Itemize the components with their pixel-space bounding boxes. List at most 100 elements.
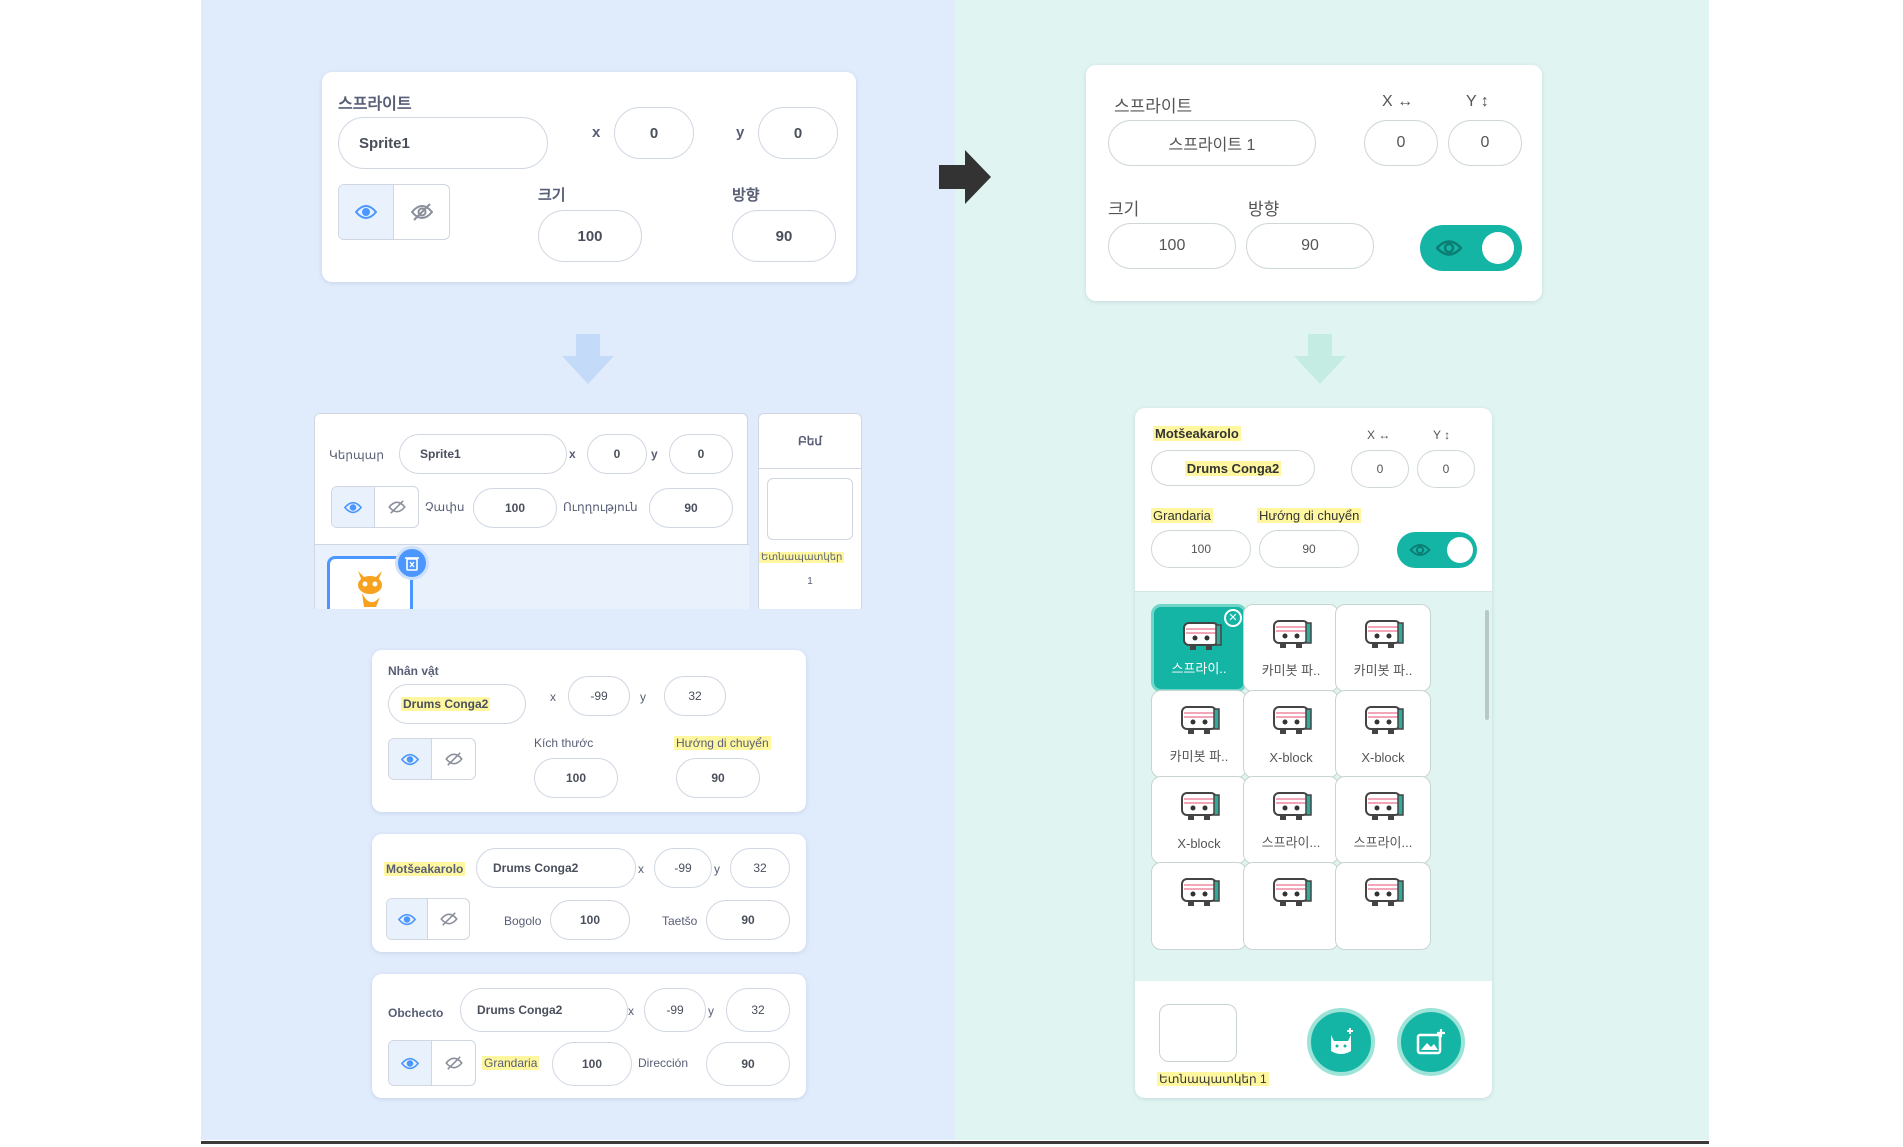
right-arrow-icon xyxy=(939,150,991,204)
x-input[interactable]: -99 xyxy=(654,848,712,888)
sprite-name-input[interactable]: 스프라이트 1 xyxy=(1108,120,1316,166)
x-input[interactable]: 0 xyxy=(1364,120,1438,166)
scrollbar[interactable] xyxy=(1485,610,1489,720)
visibility-toggle xyxy=(388,1040,476,1086)
sprite-tile[interactable]: X-block xyxy=(1335,690,1431,778)
sprite-name-input[interactable]: Sprite1 xyxy=(399,434,567,474)
direction-input[interactable]: 90 xyxy=(1246,223,1374,269)
show-eye-icon[interactable] xyxy=(389,1041,433,1085)
backdrops-label: Ետնապատկեր xyxy=(1159,1072,1257,1086)
size-label: Kích thước xyxy=(534,736,594,750)
show-eye-icon[interactable] xyxy=(387,899,429,939)
x-label: x xyxy=(569,447,576,461)
x-input[interactable]: -99 xyxy=(644,988,706,1032)
sprite-tile[interactable] xyxy=(1243,862,1339,950)
sprite-info-panel-sesotho: Motšeakarolo Drums Conga2 x -99 y 32 Bog… xyxy=(372,834,806,952)
add-backdrop-button[interactable] xyxy=(1397,1008,1465,1076)
size-input[interactable]: 100 xyxy=(550,900,630,940)
direction-input[interactable]: 90 xyxy=(1259,530,1359,568)
sprite-name-input[interactable]: Drums Conga2 xyxy=(1151,450,1315,486)
y-input[interactable]: 0 xyxy=(758,107,838,159)
x-input[interactable]: -99 xyxy=(568,676,630,716)
sprite-tile[interactable]: X-block xyxy=(1243,690,1339,778)
hide-eye-icon[interactable] xyxy=(375,487,418,527)
eye-icon xyxy=(1409,543,1431,557)
direction-label: 방향 xyxy=(732,187,760,204)
x-input[interactable]: 0 xyxy=(614,107,694,159)
y-input[interactable]: 32 xyxy=(664,676,726,716)
armenian-panel-wrapper: Կերպար Sprite1 x 0 y 0 Չափս 100 Ուղղությ… xyxy=(314,413,862,609)
sprite-name-input[interactable]: Drums Conga2 xyxy=(476,848,636,888)
direction-input[interactable]: 90 xyxy=(732,210,836,262)
robot-sprite-icon xyxy=(1365,620,1404,648)
size-input[interactable]: 100 xyxy=(473,488,557,528)
stage-thumbnail[interactable] xyxy=(767,478,853,540)
sprite-info-panel-redesign: 스프라이트 스프라이트 1 X ↔ 0 Y ↕ 0 크기 100 방향 90 xyxy=(1086,65,1542,301)
hide-eye-icon[interactable] xyxy=(432,1041,475,1085)
sprite-tile[interactable]: 스프라이.. ✕ xyxy=(1151,604,1247,692)
stage-thumbnail[interactable] xyxy=(1159,1004,1237,1062)
hide-eye-icon[interactable] xyxy=(428,899,469,939)
panel-title: Motšeakarolo xyxy=(1153,426,1241,441)
sprite-tile[interactable]: 카미봇 파.. xyxy=(1243,604,1339,692)
stage-panel: Բեմ Ետնապատկեր 1 xyxy=(758,413,862,609)
sprite-tile[interactable]: 카미봇 파.. xyxy=(1335,604,1431,692)
size-label: Չափս xyxy=(425,500,465,514)
direction-input[interactable]: 90 xyxy=(676,758,760,798)
size-input[interactable]: 100 xyxy=(538,210,642,262)
x-label: x xyxy=(628,1004,634,1018)
sprite-name-input[interactable]: Drums Conga2 xyxy=(460,988,628,1032)
robot-sprite-icon xyxy=(1181,878,1220,906)
direction-input[interactable]: 90 xyxy=(706,900,790,940)
y-input[interactable]: 0 xyxy=(1448,120,1522,166)
show-eye-icon[interactable] xyxy=(389,739,433,779)
sprite-tile[interactable]: 카미봇 파.. xyxy=(1151,690,1247,778)
delete-sprite-button[interactable] xyxy=(395,546,429,580)
sprite-tile[interactable]: 스프라이... xyxy=(1243,776,1339,864)
direction-label: Taetšo xyxy=(662,914,698,928)
x-input[interactable]: 0 xyxy=(1351,450,1409,488)
x-input[interactable]: 0 xyxy=(587,434,647,474)
y-input[interactable]: 32 xyxy=(730,848,790,888)
show-eye-icon[interactable] xyxy=(339,185,395,239)
panel-title: 스프라이트 xyxy=(338,96,412,113)
y-input[interactable]: 32 xyxy=(726,988,790,1032)
visibility-switch[interactable] xyxy=(1397,532,1477,568)
image-plus-icon xyxy=(1416,1029,1445,1055)
hide-eye-icon[interactable] xyxy=(432,739,475,779)
sprite-tile[interactable]: X-block xyxy=(1151,776,1247,864)
sprite-tile[interactable] xyxy=(1151,862,1247,950)
sprite-grid: 스프라이.. ✕ 카미봇 파.. 카미봇 파.. 카미봇 파.. X-block X-blo… xyxy=(1135,591,1492,981)
sprite-info-panel-armenian: Կերպար Sprite1 x 0 y 0 Չափս 100 Ուղղությ… xyxy=(314,413,749,609)
robot-sprite-icon xyxy=(1365,878,1404,906)
direction-input[interactable]: 90 xyxy=(706,1042,790,1086)
robot-sprite-icon xyxy=(1273,878,1312,906)
sprite-name-input[interactable]: Drums Conga2 xyxy=(388,684,526,724)
size-input[interactable]: 100 xyxy=(1108,223,1236,269)
direction-label: Dirección xyxy=(638,1056,689,1070)
hide-eye-icon[interactable] xyxy=(394,185,449,239)
robot-sprite-icon xyxy=(1273,620,1312,648)
size-input[interactable]: 100 xyxy=(552,1042,632,1086)
show-eye-icon[interactable] xyxy=(332,487,376,527)
robot-sprite-icon xyxy=(1273,706,1312,734)
sprite-tile-label: 스프라이... xyxy=(1353,835,1413,850)
size-input[interactable]: 100 xyxy=(1151,530,1251,568)
visibility-toggle xyxy=(386,898,470,940)
direction-input[interactable]: 90 xyxy=(649,488,733,528)
sprite-info-panel-vietnamese: Nhân vật Drums Conga2 x -99 y 32 Kích th… xyxy=(372,650,806,812)
size-input[interactable]: 100 xyxy=(534,758,618,798)
y-input[interactable]: 0 xyxy=(1417,450,1475,488)
panel-title: 스프라이트 xyxy=(1114,97,1193,116)
delete-sprite-button[interactable]: ✕ xyxy=(1224,609,1242,627)
direction-label: 방향 xyxy=(1248,200,1280,219)
sprite-tile[interactable] xyxy=(1335,862,1431,950)
add-sprite-button[interactable] xyxy=(1307,1008,1375,1076)
y-input[interactable]: 0 xyxy=(669,434,733,474)
visibility-toggle xyxy=(388,738,476,780)
sprite-panel-redesign-full: Motšeakarolo Drums Conga2 X ↔ 0 Y ↕ 0 Gr… xyxy=(1135,408,1492,1098)
visibility-switch[interactable] xyxy=(1420,225,1522,271)
sprite-tile[interactable]: 스프라이... xyxy=(1335,776,1431,864)
sprite-name-input[interactable]: Sprite1 xyxy=(338,117,548,169)
sprite-tile-label: X-block xyxy=(1177,836,1221,851)
